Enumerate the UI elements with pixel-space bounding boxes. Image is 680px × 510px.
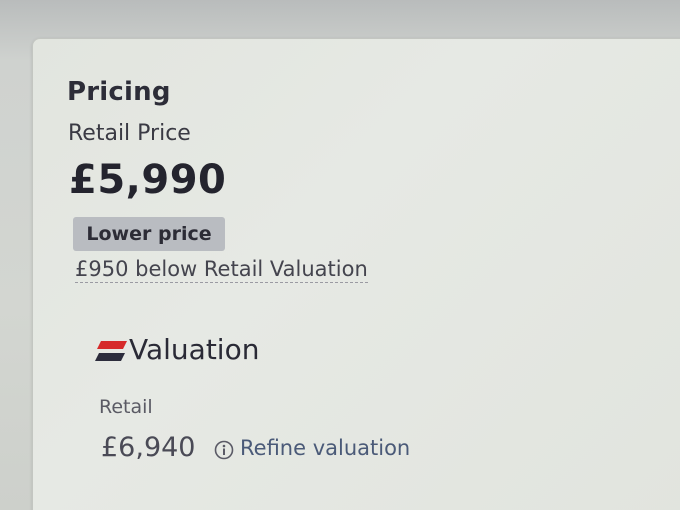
valuation-retail-value: £6,940 bbox=[101, 432, 196, 463]
valuation-retail-label: Retail bbox=[99, 396, 153, 418]
valuation-title: Valuation bbox=[129, 333, 260, 366]
price-comparison-text[interactable]: £950 below Retail Valuation bbox=[75, 257, 368, 283]
retail-price-label: Retail Price bbox=[68, 121, 191, 146]
valuation-logo-icon bbox=[95, 341, 127, 361]
pricing-title: Pricing bbox=[67, 77, 171, 107]
lower-price-badge-label: Lower price bbox=[86, 223, 212, 245]
info-icon[interactable] bbox=[214, 440, 234, 460]
pricing-card: Pricing Retail Price £5,990 Lower price … bbox=[32, 38, 680, 510]
retail-price-value: £5,990 bbox=[69, 157, 227, 203]
lower-price-badge: Lower price bbox=[73, 217, 225, 251]
refine-valuation-link[interactable]: Refine valuation bbox=[240, 436, 410, 460]
